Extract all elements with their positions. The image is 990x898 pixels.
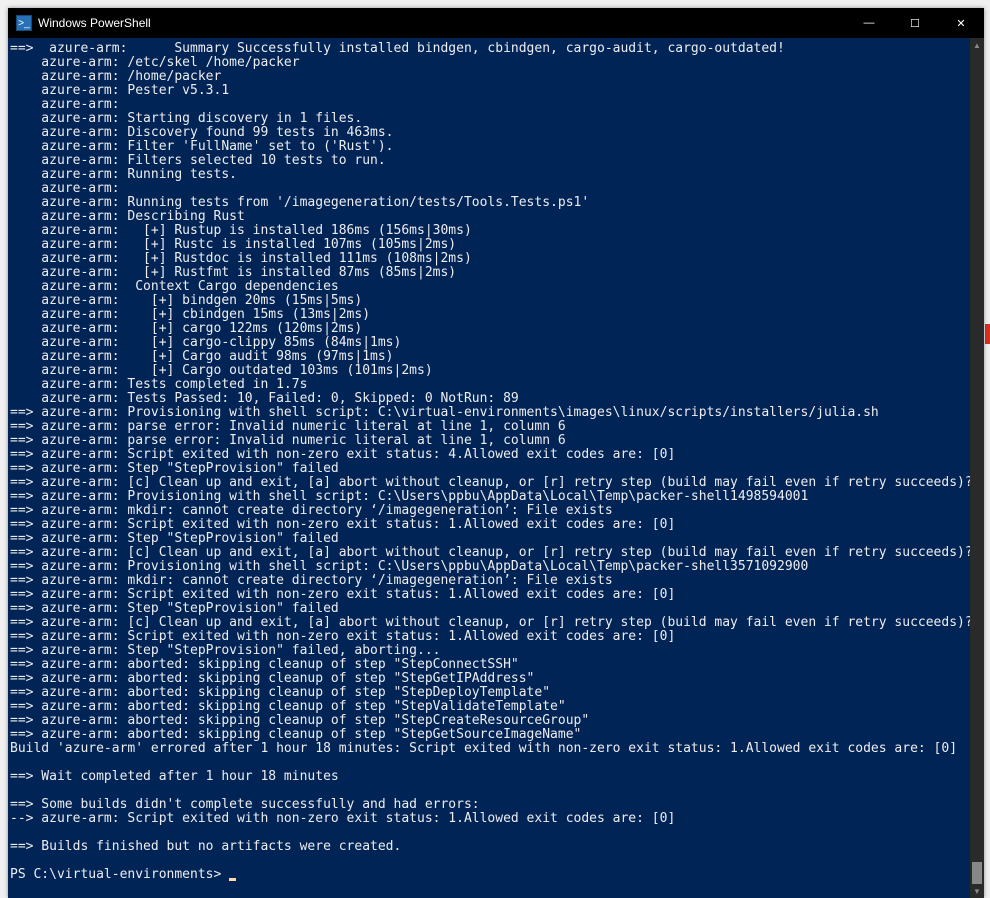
minimize-button[interactable]: — (846, 8, 892, 38)
close-icon: ✕ (956, 17, 965, 30)
scroll-down-arrow[interactable]: ▼ (970, 884, 984, 898)
scroll-thumb[interactable] (972, 862, 982, 884)
powershell-icon: >_ (16, 15, 32, 31)
cursor (229, 878, 236, 881)
vertical-scrollbar[interactable]: ▲ ▼ (970, 38, 984, 898)
close-button[interactable]: ✕ (938, 8, 984, 38)
titlebar[interactable]: >_ Windows PowerShell — ☐ ✕ (8, 8, 984, 38)
maximize-icon: ☐ (910, 17, 920, 30)
prompt[interactable]: PS C:\virtual-environments> (10, 867, 229, 882)
scroll-up-arrow[interactable]: ▲ (970, 38, 984, 52)
background-accent (985, 324, 990, 344)
maximize-button[interactable]: ☐ (892, 8, 938, 38)
window-title: Windows PowerShell (38, 16, 151, 30)
console-output[interactable]: ==> azure-arm: Summary Successfully inst… (8, 38, 970, 898)
minimize-icon: — (864, 17, 875, 29)
console-area: ==> azure-arm: Summary Successfully inst… (8, 38, 984, 898)
powershell-icon-glyph: >_ (18, 18, 29, 29)
powershell-window: >_ Windows PowerShell — ☐ ✕ ==> azure-ar… (8, 8, 984, 898)
